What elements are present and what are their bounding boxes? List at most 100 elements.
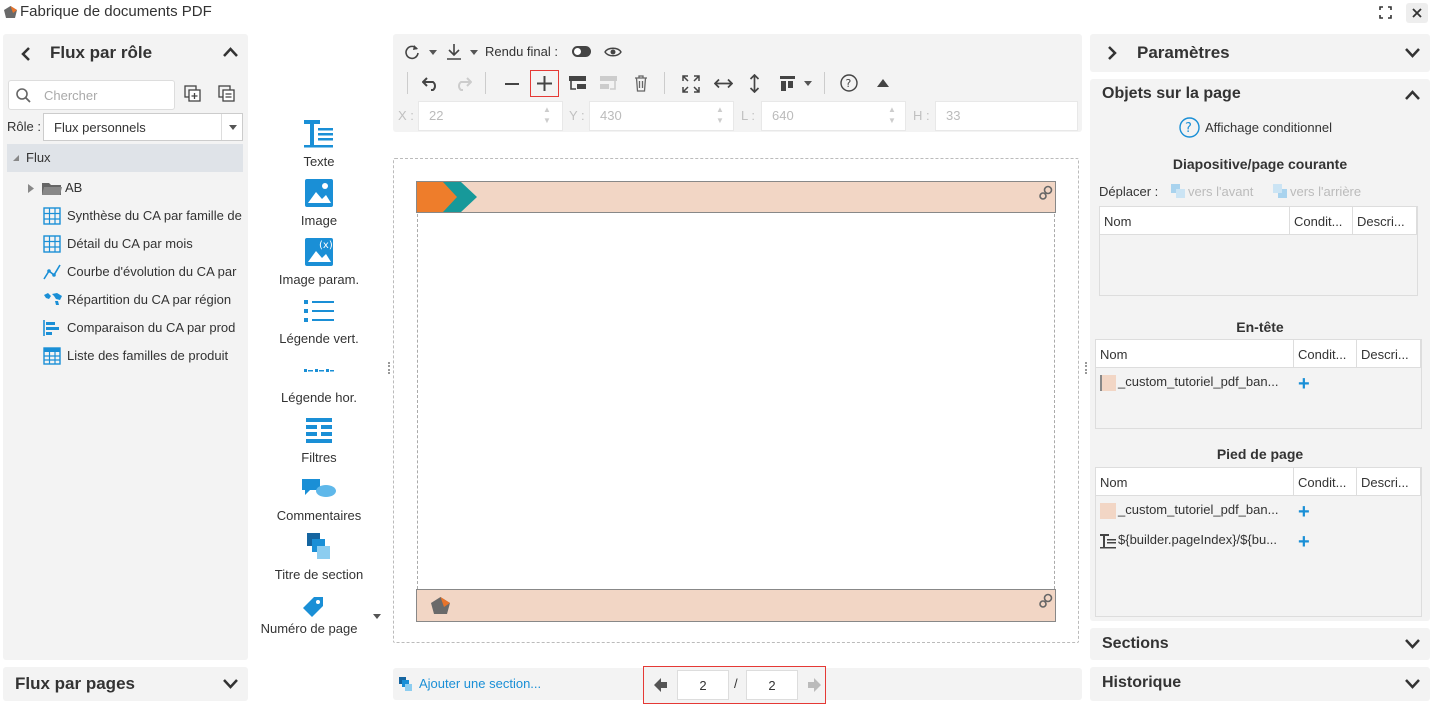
historique-panel[interactable]: Historique [1090,667,1430,701]
gears-icon[interactable] [1038,593,1054,609]
undo-icon[interactable] [422,76,440,91]
add-condition-icon[interactable]: + [1298,374,1310,394]
column-condition[interactable]: Condit... [1294,340,1357,367]
download-icon[interactable] [446,43,462,60]
column-description[interactable]: Descri... [1353,207,1417,234]
column-condition[interactable]: Condit... [1290,207,1353,234]
y-stepper[interactable]: ▲ ▼ [716,104,724,126]
redo-icon[interactable] [454,76,472,91]
fit-width-icon[interactable] [714,77,733,90]
refresh-icon[interactable] [404,44,420,60]
tree-item[interactable]: Comparaison du CA par prod [7,316,243,342]
sections-panel[interactable]: Sections [1090,628,1430,660]
close-button[interactable] [1406,3,1428,23]
move-down-icon[interactable] [599,75,618,92]
h-input[interactable]: 33 [935,101,1078,131]
caret-down-icon[interactable] [804,81,812,86]
chevron-right-icon[interactable] [1106,45,1118,61]
footer-banner[interactable] [416,589,1056,622]
search-icon [16,88,31,103]
fit-height-icon[interactable] [748,74,761,93]
copy-add-icon[interactable] [184,85,202,103]
chevron-down-icon[interactable] [1404,638,1421,650]
add-condition-icon[interactable]: + [1298,502,1310,522]
tree-item[interactable]: Détail du CA par mois [7,232,243,258]
palette-legend-vertical[interactable]: Légende vert. [249,299,389,355]
rendu-final-toggle[interactable] [572,46,591,57]
column-description[interactable]: Descri... [1357,340,1421,367]
role-select[interactable]: Flux personnels [43,113,243,141]
row-name: _custom_tutoriel_pdf_ban... [1118,374,1279,389]
backward-label[interactable]: vers l'arrière [1290,184,1361,199]
fit-icon[interactable] [682,75,700,93]
palette-text[interactable]: Texte [249,118,389,174]
send-backward-icon[interactable] [1273,184,1288,199]
y-input[interactable]: 430 [589,101,734,131]
column-name[interactable]: Nom [1100,207,1290,234]
l-input[interactable]: 640 [761,101,906,131]
tree-root[interactable]: Flux [7,144,243,172]
search-input[interactable]: Chercher [8,80,175,110]
palette-legend-horizontal[interactable]: Légende hor. [249,367,389,423]
tree-folder[interactable]: AB [7,176,243,202]
chevron-down-icon[interactable] [222,678,239,690]
move-up-icon[interactable] [568,75,587,92]
splitter-handle[interactable] [388,362,390,374]
splitter-handle[interactable] [1085,362,1087,374]
tree-item[interactable]: Liste des familles de produit [7,344,243,370]
palette-filters[interactable]: Filtres [249,417,389,473]
minus-icon[interactable] [503,75,521,93]
tree-item[interactable]: Répartition du CA par région [7,288,243,314]
x-input[interactable]: 22 [418,101,563,131]
table-row[interactable]: ${builder.pageIndex}/${bu... + [1096,530,1421,552]
table-row[interactable]: _custom_tutoriel_pdf_ban... + [1096,500,1421,522]
table-row[interactable]: _custom_tutoriel_pdf_ban... + [1096,372,1421,394]
tree-item[interactable]: Courbe d'évolution du CA par [7,260,243,286]
tree-item[interactable]: Synthèse du CA par famille de [7,204,243,230]
chevron-left-icon[interactable] [20,46,32,62]
current-page-input[interactable]: 2 [677,670,729,700]
add-section-link[interactable]: Ajouter une section... [419,676,541,691]
bring-forward-icon[interactable] [1171,184,1186,199]
chevron-down-icon[interactable] [1404,47,1421,59]
chevron-up-icon[interactable] [1404,89,1421,101]
gears-icon[interactable] [1038,185,1054,201]
chevron-down-icon[interactable] [1404,678,1421,690]
section-title-icon [307,533,330,559]
add-button[interactable] [530,70,559,97]
next-page-icon[interactable] [808,678,821,692]
l-stepper[interactable]: ▲ ▼ [888,104,896,126]
caret-down-icon[interactable] [373,614,381,619]
chevron-up-icon[interactable] [222,46,239,58]
forward-label[interactable]: vers l'avant [1188,184,1253,199]
caret-down-icon[interactable] [429,50,437,55]
header-banner[interactable] [416,181,1056,213]
caret-down-icon[interactable] [470,50,478,55]
copy-icon[interactable] [218,85,236,103]
palette-page-number[interactable]: Numéro de page [249,596,389,652]
column-description[interactable]: Descri... [1357,468,1421,495]
column-condition[interactable]: Condit... [1294,468,1357,495]
palette-label: Commentaires [276,508,362,523]
palette-comments[interactable]: Commentaires [249,478,389,534]
palette-section-title[interactable]: Titre de section [249,533,389,589]
flux-par-pages-panel[interactable]: Flux par pages [3,667,248,701]
align-icon[interactable] [779,75,796,92]
current-slide-table: Nom Condit... Descri... [1099,206,1418,296]
page-body[interactable] [417,214,1055,589]
collapse-up-icon[interactable] [877,78,889,87]
delete-icon[interactable] [634,75,648,92]
left-panel-title: Flux par rôle [50,43,153,62]
x-stepper[interactable]: ▲ ▼ [543,104,551,126]
eye-icon[interactable] [604,46,622,58]
previous-page-icon[interactable] [654,678,667,692]
help-icon[interactable]: ? [840,74,858,92]
palette-image[interactable]: Image [249,178,389,234]
fullscreen-icon[interactable] [1379,6,1392,19]
palette-image-param[interactable]: (x) Image param. [249,237,389,293]
column-name[interactable]: Nom [1096,468,1294,495]
role-label: Rôle : [7,119,41,134]
parametres-panel-header[interactable]: Paramètres [1090,34,1430,72]
column-name[interactable]: Nom [1096,340,1294,367]
add-condition-icon[interactable]: + [1298,532,1310,552]
